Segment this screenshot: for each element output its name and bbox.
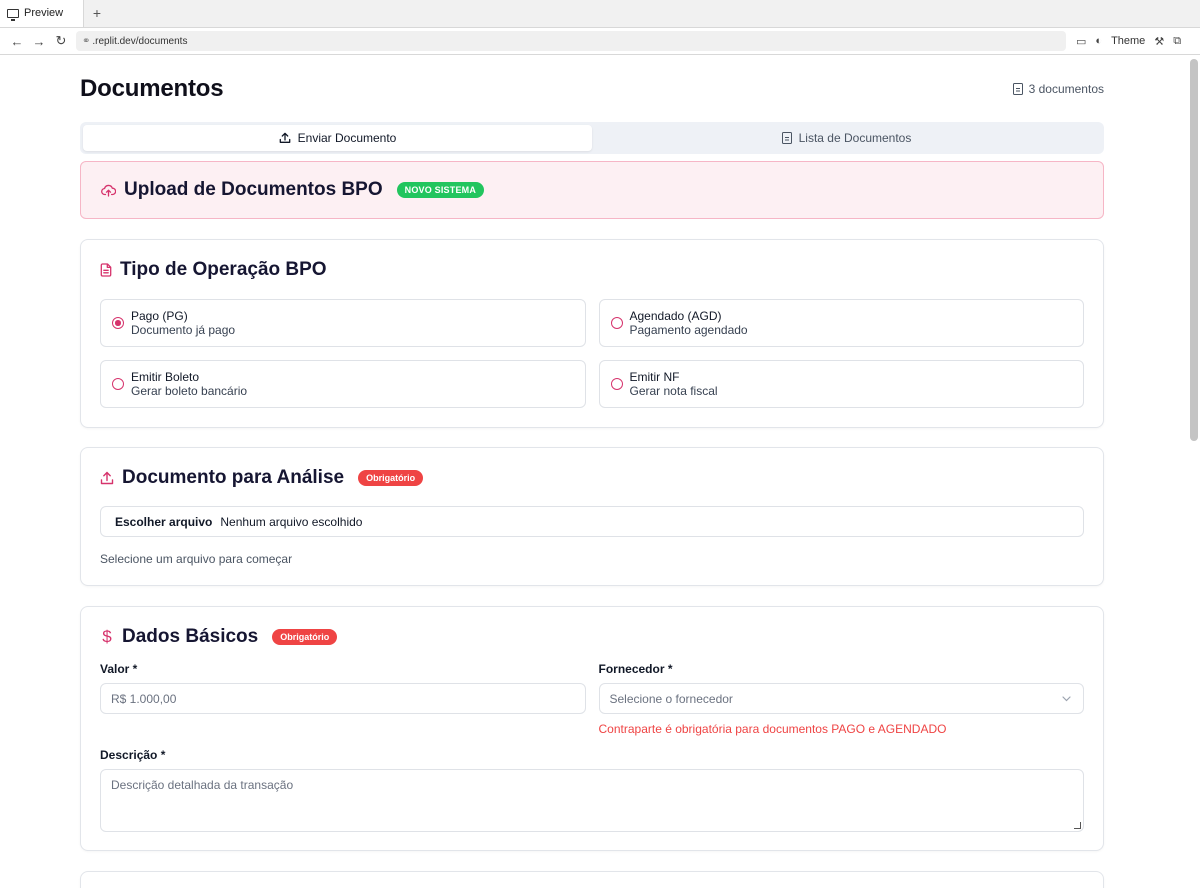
tab-document-list-label: Lista de Documentos <box>798 131 912 145</box>
supplier-label: Fornecedor * <box>598 662 673 676</box>
tab-send-document[interactable]: Enviar Documento <box>83 125 592 151</box>
basic-data-card: $ Dados Básicos Obrigatório Valor * R$ 1… <box>80 606 1104 851</box>
devices-icon[interactable]: ▭ <box>1076 35 1086 48</box>
option-description: Pagamento agendado <box>629 323 748 337</box>
option-label: Emitir Boleto <box>131 370 200 384</box>
document-count-label: 3 documentos <box>1028 82 1104 96</box>
option-pago[interactable]: Pago (PG) Documento já pago <box>100 299 586 347</box>
cloud-upload-icon <box>101 184 116 197</box>
value-label: Valor * <box>100 662 138 676</box>
choose-file-button[interactable]: Escolher arquivo <box>115 515 212 529</box>
description-label: Descrição * <box>100 748 166 762</box>
option-emitir-boleto[interactable]: Emitir Boleto Gerar boleto bancário <box>100 360 586 408</box>
upload-icon <box>100 471 114 485</box>
document-analysis-card: Documento para Análise Obrigatório Escol… <box>80 447 1104 586</box>
link-icon: ⚭ <box>82 35 91 47</box>
next-card <box>80 871 1104 888</box>
operation-type-title: Tipo de Operação BPO <box>120 259 327 280</box>
page-header: Documentos 3 documentos <box>80 73 1104 105</box>
option-description: Gerar boleto bancário <box>131 384 248 398</box>
supplier-error: Contraparte é obrigatória para documento… <box>598 722 947 736</box>
document-icon <box>1012 83 1023 95</box>
tab-document-list[interactable]: Lista de Documentos <box>592 125 1101 151</box>
tab-list: Enviar Documento Lista de Documentos <box>80 122 1104 154</box>
tab-send-document-label: Enviar Documento <box>297 131 397 145</box>
option-label: Pago (PG) <box>131 309 188 323</box>
file-input[interactable]: Escolher arquivo Nenhum arquivo escolhid… <box>100 506 1084 537</box>
browser-tab-bar: Preview + <box>0 0 1200 28</box>
radio-emitir-boleto[interactable] <box>112 378 124 390</box>
description-textarea[interactable]: Descrição detalhada da transação <box>100 769 1084 832</box>
file-hint: Selecione um arquivo para começar <box>100 552 293 566</box>
browser-tab-title: Preview <box>24 7 64 19</box>
wrench-icon[interactable]: ⚒ <box>1154 35 1164 48</box>
file-text-icon <box>100 263 112 277</box>
resize-handle[interactable] <box>1074 822 1081 829</box>
option-label: Emitir NF <box>629 370 680 384</box>
option-agendado[interactable]: Agendado (AGD) Pagamento agendado <box>598 299 1084 347</box>
page-scrollbar[interactable] <box>1190 59 1198 441</box>
operation-type-card: Tipo de Operação BPO Pago (PG) Documento… <box>80 239 1104 428</box>
option-description: Documento já pago <box>131 323 236 337</box>
required-badge: Obrigatório <box>358 470 424 486</box>
browser-tab[interactable]: Preview <box>0 0 84 27</box>
url-field[interactable]: ⚭ .replit.dev/documents <box>76 31 1066 51</box>
description-placeholder: Descrição detalhada da transação <box>111 778 294 792</box>
option-description: Gerar nota fiscal <box>629 384 718 398</box>
banner-title: Upload de Documentos BPO <box>124 179 383 200</box>
forward-icon[interactable]: → <box>28 34 50 49</box>
theme-button[interactable]: Theme <box>1111 35 1145 47</box>
palette-icon[interactable]: ◐ <box>1095 35 1102 47</box>
back-icon[interactable]: ← <box>6 34 28 49</box>
new-system-badge: NOVO SISTEMA <box>396 182 485 198</box>
radio-pago[interactable] <box>112 317 124 329</box>
page-title: Documentos <box>80 75 224 102</box>
chevron-down-icon <box>1062 695 1071 701</box>
reload-icon[interactable]: ↻ <box>50 33 72 49</box>
new-tab-button[interactable]: + <box>84 0 110 27</box>
option-emitir-nf[interactable]: Emitir NF Gerar nota fiscal <box>598 360 1084 408</box>
upload-icon <box>279 132 290 143</box>
address-bar: ← → ↻ ⚭ .replit.dev/documents ▭ ◐ Theme … <box>0 28 1200 55</box>
value-input[interactable]: R$ 1.000,00 <box>100 683 586 714</box>
required-badge: Obrigatório <box>272 629 338 645</box>
supplier-select[interactable]: Selecione o fornecedor <box>598 683 1084 714</box>
document-count: 3 documentos <box>1012 82 1104 96</box>
radio-emitir-nf[interactable] <box>610 378 623 390</box>
dollar-icon: $ <box>102 627 112 646</box>
document-analysis-title: Documento para Análise <box>122 467 345 488</box>
external-link-icon[interactable]: ⧉ <box>1173 35 1181 48</box>
monitor-icon <box>7 8 19 21</box>
upload-banner: Upload de Documentos BPO NOVO SISTEMA <box>80 161 1104 219</box>
document-icon <box>781 132 792 144</box>
basic-data-title: Dados Básicos <box>122 626 259 647</box>
no-file-label: Nenhum arquivo escolhido <box>220 514 363 529</box>
url-text: .replit.dev/documents <box>92 35 188 47</box>
supplier-placeholder: Selecione o fornecedor <box>609 691 733 706</box>
page-viewport: Documentos 3 documentos Enviar Documento… <box>0 55 1200 888</box>
option-label: Agendado (AGD) <box>629 309 722 323</box>
radio-agendado[interactable] <box>610 317 623 329</box>
